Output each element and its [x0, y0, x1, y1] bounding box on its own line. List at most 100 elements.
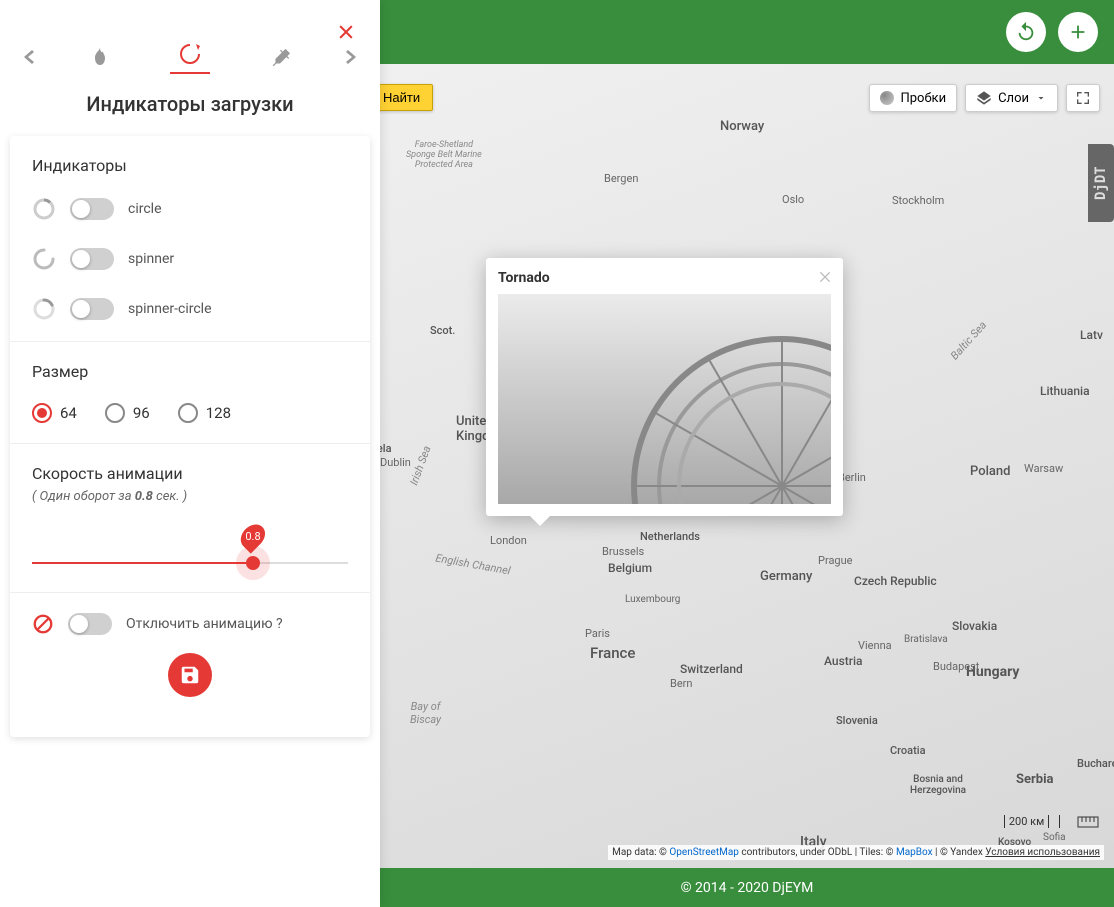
city-vienna: Vienna: [858, 639, 892, 652]
spinner-circle-indicator-icon: [32, 297, 56, 321]
country-slovenia: Slovenia: [836, 714, 878, 727]
indicator-spinner-circle-toggle[interactable]: [70, 298, 114, 320]
indicator-spinner-row: spinner: [32, 247, 348, 271]
radio-icon: [32, 403, 52, 423]
indicators-section: Индикаторы circle spinner spinner-circle: [10, 136, 370, 342]
city-stockholm: Stockholm: [892, 194, 944, 207]
undo-button[interactable]: [1006, 12, 1046, 52]
tab-fire[interactable]: [80, 42, 120, 74]
undo-icon: [1015, 21, 1037, 43]
country-belgium: Belgium: [608, 561, 652, 575]
indicator-spinner-label: spinner: [128, 251, 174, 267]
indicators-title: Индикаторы: [32, 156, 348, 175]
size-option-96[interactable]: 96: [105, 403, 150, 423]
city-paris: Paris: [585, 627, 610, 640]
mapbox-link[interactable]: MapBox: [896, 847, 933, 858]
speed-slider[interactable]: 0.8: [32, 526, 348, 572]
country-poland: Poland: [970, 464, 1010, 479]
speed-subtitle: ( Один оборот за 0.8 сек. ): [32, 489, 348, 504]
country-switzerland: Switzerland: [680, 662, 743, 676]
app-header: [380, 0, 1114, 64]
slider-fill: [32, 562, 253, 564]
loading-icon: [178, 42, 202, 66]
layers-icon: [976, 90, 992, 106]
panel-tabs: [0, 42, 380, 74]
indicator-spinner-toggle[interactable]: [70, 248, 114, 270]
balloon-title: Tornado: [498, 270, 831, 286]
save-button[interactable]: [168, 653, 212, 697]
sea-biscay: Bay of Biscay: [410, 700, 441, 726]
city-prague: Prague: [818, 554, 853, 567]
ruler-icon: [1077, 816, 1099, 828]
settings-card: Индикаторы circle spinner spinner-circle…: [10, 136, 370, 737]
map-area[interactable]: Norway Germany France United Kingdom Pol…: [380, 64, 1114, 868]
country-lithuania: Lithuania: [1040, 384, 1090, 398]
map-top-right-controls: Пробки Слои: [869, 84, 1100, 112]
city-oslo: Oslo: [782, 193, 804, 206]
panel-close-button[interactable]: [336, 20, 356, 48]
country-czech: Czech Republic: [854, 574, 937, 588]
city-london: London: [490, 534, 527, 547]
city-budapest: Budapest: [933, 660, 979, 673]
indicator-spinner-circle-row: spinner-circle: [32, 297, 348, 321]
country-norway: Norway: [720, 119, 764, 134]
city-bratislava: Bratislava: [904, 634, 948, 645]
balloon-tail: [530, 516, 550, 526]
panel-header: Индикаторы загрузки: [0, 0, 380, 136]
footer: © 2014 - 2020 DjEYM: [380, 868, 1114, 907]
country-bosnia: Bosnia and Herzegovina: [910, 774, 966, 796]
country-ireland: Irela: [380, 442, 392, 455]
find-button[interactable]: Найти: [380, 84, 433, 111]
radio-icon: [178, 403, 198, 423]
fullscreen-button[interactable]: [1066, 84, 1100, 112]
close-icon: [817, 269, 833, 285]
balloon-image: [498, 294, 831, 504]
indicator-circle-toggle[interactable]: [70, 198, 114, 220]
size-option-64[interactable]: 64: [32, 403, 77, 423]
slider-pin: 0.8: [240, 526, 267, 547]
size-option-128[interactable]: 128: [178, 403, 231, 423]
city-bergen: Bergen: [604, 172, 638, 185]
tab-inject[interactable]: [260, 42, 300, 74]
circle-indicator-icon: [32, 197, 56, 221]
size-title: Размер: [32, 362, 348, 381]
country-serbia: Serbia: [1016, 772, 1054, 787]
map-balloon: Tornado: [486, 258, 843, 516]
indicator-circle-row: circle: [32, 197, 348, 221]
no-animation-icon: [32, 613, 54, 635]
traffic-button[interactable]: Пробки: [869, 84, 957, 112]
size-section: Размер 64 96 128: [10, 342, 370, 444]
tab-loading[interactable]: [170, 42, 210, 74]
traffic-icon: [880, 91, 894, 105]
sea-faroe: Faroe-Shetland Sponge Belt Marine Protec…: [406, 140, 482, 170]
panel-title: Индикаторы загрузки: [0, 92, 380, 116]
djdt-tab[interactable]: DjDT: [1088, 144, 1114, 222]
map-attribution: Map data: © OpenStreetMap contributors, …: [608, 845, 1104, 860]
terms-link[interactable]: Условия использования: [985, 847, 1100, 858]
country-latvia: Latv: [1080, 328, 1103, 342]
tab-prev-button[interactable]: [18, 43, 40, 74]
close-icon: [336, 22, 356, 42]
country-netherlands: Netherlands: [640, 530, 700, 543]
settings-panel: Индикаторы загрузки Индикаторы circle sp…: [0, 0, 380, 907]
indicator-circle-label: circle: [128, 201, 162, 217]
osm-link[interactable]: OpenStreetMap: [669, 847, 739, 858]
speed-title: Скорость анимации: [32, 464, 348, 483]
country-austria: Austria: [824, 654, 863, 668]
layers-button[interactable]: Слои: [965, 84, 1058, 112]
slider-thumb[interactable]: [246, 556, 260, 570]
radio-icon: [105, 403, 125, 423]
disable-section: Отключить анимацию ?: [10, 593, 370, 737]
disable-animation-toggle[interactable]: [68, 613, 112, 635]
disable-row: Отключить анимацию ?: [32, 613, 348, 635]
speed-section: Скорость анимации ( Один оборот за 0.8 с…: [10, 444, 370, 593]
country-germany: Germany: [760, 569, 812, 584]
country-slovakia: Slovakia: [952, 619, 997, 633]
indicator-spinner-circle-label: spinner-circle: [128, 301, 212, 317]
city-sofia: Sofia: [1043, 832, 1066, 843]
map-top-controls: Найти: [380, 84, 433, 111]
balloon-close-button[interactable]: [817, 266, 833, 290]
fire-icon: [91, 47, 109, 69]
spinner-indicator-icon: [32, 247, 56, 271]
add-button[interactable]: [1058, 12, 1098, 52]
